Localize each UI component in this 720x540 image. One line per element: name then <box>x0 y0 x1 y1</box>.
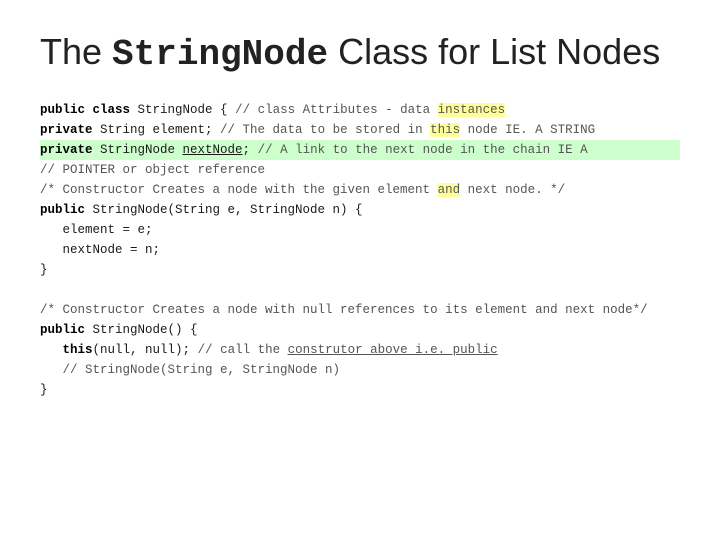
slide-title: The StringNode Class for List Nodes <box>40 30 680 76</box>
code-line-12: public StringNode() { <box>40 320 680 340</box>
code-line-5: /* Constructor Creates a node with the g… <box>40 180 680 200</box>
code-line-8: nextNode = n; <box>40 240 680 260</box>
code-line-1: public class StringNode { // class Attri… <box>40 100 680 120</box>
code-line-9: } <box>40 260 680 280</box>
title-suffix: Class for List Nodes <box>328 31 660 72</box>
code-block: public class StringNode { // class Attri… <box>40 100 680 400</box>
title-classname: StringNode <box>112 34 328 75</box>
code-line-2: private String element; // The data to b… <box>40 120 680 140</box>
code-line-14: // StringNode(String e, StringNode n) <box>40 360 680 380</box>
slide: The StringNode Class for List Nodes publ… <box>0 0 720 540</box>
code-line-13: this(null, null); // call the construtor… <box>40 340 680 360</box>
code-line-7: element = e; <box>40 220 680 240</box>
code-line-6: public StringNode(String e, StringNode n… <box>40 200 680 220</box>
blank-line-1 <box>40 280 680 300</box>
code-line-4: // POINTER or object reference <box>40 160 680 180</box>
code-line-11: /* Constructor Creates a node with null … <box>40 300 680 320</box>
code-line-15: } <box>40 380 680 400</box>
code-line-3: private StringNode nextNode; // A link t… <box>40 140 680 160</box>
title-prefix: The <box>40 31 112 72</box>
